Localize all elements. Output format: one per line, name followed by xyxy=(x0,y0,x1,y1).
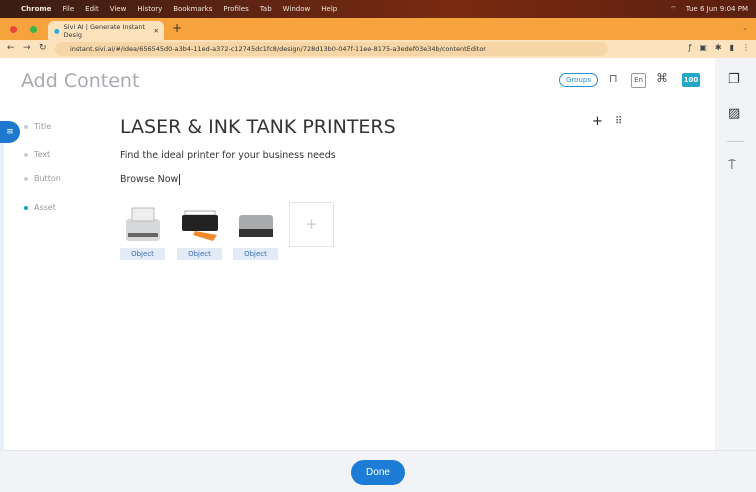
score-badge[interactable]: 100 xyxy=(682,73,700,87)
right-toolbar: ❐ ▨ ⍑ xyxy=(715,58,756,450)
done-button[interactable]: Done xyxy=(351,460,405,485)
add-icon[interactable]: + xyxy=(592,114,603,129)
drag-handle-icon[interactable]: ⠿ xyxy=(615,116,622,127)
extension-icon[interactable]: ƒ xyxy=(689,43,692,52)
image-icon[interactable]: ▨ xyxy=(728,106,740,121)
add-asset-button[interactable]: + xyxy=(289,202,334,247)
close-window-icon[interactable] xyxy=(10,26,17,33)
pages-icon[interactable]: ❐ xyxy=(728,72,740,87)
text-input[interactable]: Find the ideal printer for your business… xyxy=(120,150,336,161)
document-icon[interactable]: ≡ xyxy=(0,121,20,143)
bookmark-icon[interactable]: ⊓ xyxy=(609,72,618,85)
printer-image xyxy=(233,203,278,246)
menu-profiles[interactable]: Profiles xyxy=(223,5,248,13)
asset-item[interactable]: Object xyxy=(233,203,278,260)
menu-history[interactable]: History xyxy=(137,5,162,13)
footer: Done xyxy=(0,450,756,492)
page-title: Add Content xyxy=(21,70,140,92)
menu-help[interactable]: Help xyxy=(321,5,337,13)
field-button[interactable]: Button xyxy=(24,174,61,183)
title-input[interactable]: LASER & INK TANK PRINTERS xyxy=(120,116,396,138)
close-tab-icon[interactable]: ✕ xyxy=(154,27,159,35)
extension-icon[interactable]: ▣ xyxy=(699,43,707,52)
menu-app[interactable]: Chrome xyxy=(21,5,51,13)
field-text[interactable]: Text xyxy=(24,150,50,159)
mac-menubar: Chrome File Edit View History Bookmarks … xyxy=(0,0,756,18)
shuffle-icon[interactable]: ⌘ xyxy=(656,71,668,85)
menu-file[interactable]: File xyxy=(62,5,74,13)
clock[interactable]: Tue 6 Jun 9:04 PM xyxy=(686,5,748,14)
sidebar-icon[interactable]: ▮ xyxy=(730,43,734,52)
field-asset[interactable]: Asset xyxy=(24,203,56,212)
forward-icon[interactable]: → xyxy=(23,43,31,53)
zoom-window-icon[interactable] xyxy=(30,26,37,33)
field-title[interactable]: Title xyxy=(24,122,51,131)
language-button[interactable]: En xyxy=(631,73,646,88)
tab-title: Sivi AI | Generate Instant Desig xyxy=(63,22,146,39)
favicon-icon: ● xyxy=(54,26,60,35)
left-rail xyxy=(0,121,4,450)
menu-edit[interactable]: Edit xyxy=(85,5,99,13)
format-painter-icon[interactable]: ⍑ xyxy=(728,158,736,173)
wifi-icon[interactable]: ⌔ xyxy=(670,5,677,14)
printer-image xyxy=(120,203,165,246)
button-text-input[interactable]: Browse Now xyxy=(120,174,181,185)
chevron-down-icon[interactable]: ⌄ xyxy=(742,24,748,32)
asset-item[interactable]: Object xyxy=(120,203,165,260)
content-editor: Add Content Groups ⊓ En ⌘ 100 ≡ Title Te… xyxy=(0,58,715,450)
menu-bookmarks[interactable]: Bookmarks xyxy=(173,5,212,13)
asset-item[interactable]: Object xyxy=(177,203,222,260)
divider xyxy=(727,141,744,142)
printer-image xyxy=(177,203,222,246)
menu-view[interactable]: View xyxy=(110,5,127,13)
reload-icon[interactable]: ↻ xyxy=(39,43,47,53)
new-tab-button[interactable]: + xyxy=(172,21,182,35)
url-input[interactable]: instant.sivi.ai/#/idea/656545d0-a3b4-11e… xyxy=(55,42,608,56)
groups-button[interactable]: Groups xyxy=(559,73,598,87)
menu-window[interactable]: Window xyxy=(283,5,311,13)
more-icon[interactable]: ⋮ xyxy=(742,43,750,52)
back-icon[interactable]: ← xyxy=(7,43,15,53)
address-bar: ← → ↻ instant.sivi.ai/#/idea/656545d0-a3… xyxy=(0,40,756,58)
tab-bar: ● Sivi AI | Generate Instant Desig ✕ + ⌄ xyxy=(0,18,756,40)
menu-tab[interactable]: Tab xyxy=(260,5,272,13)
browser-tab[interactable]: ● Sivi AI | Generate Instant Desig ✕ xyxy=(48,21,164,40)
puzzle-icon[interactable]: ✱ xyxy=(715,43,722,52)
